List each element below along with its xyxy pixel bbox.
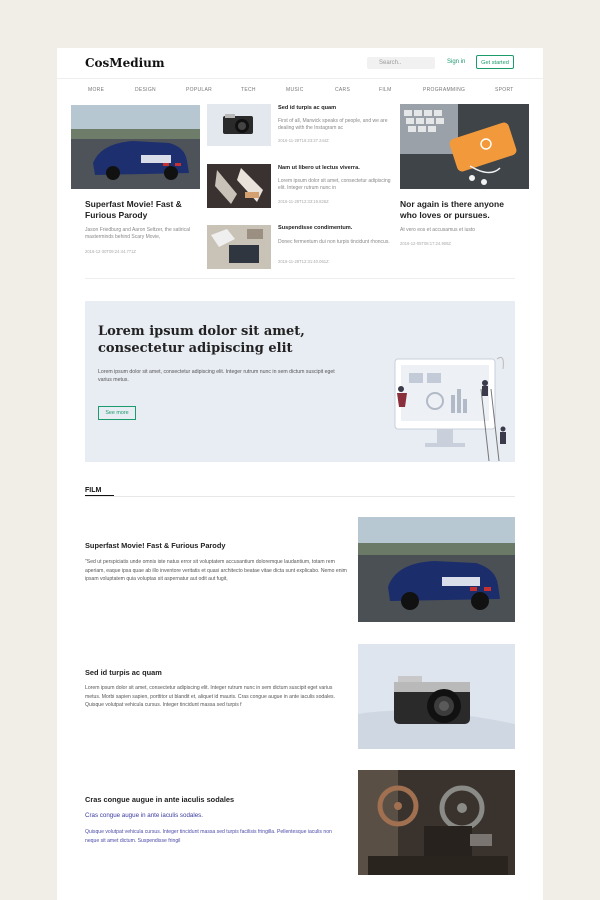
film-post-3-subtitle: Cras congue augue in ante iaculis sodale… (85, 812, 203, 819)
nav-item-more[interactable]: MORE (88, 87, 104, 93)
film-post-3-title[interactable]: Cras congue augue in ante iaculis sodale… (85, 795, 234, 804)
middle-post-2-excerpt: Lorem ipsum dolor sit amet, consectetur … (278, 178, 391, 191)
laptop-image[interactable] (207, 225, 271, 269)
nav-item-film[interactable]: FILM (379, 87, 392, 93)
header-divider (57, 78, 543, 79)
nav-item-sport[interactable]: SPORT (495, 87, 514, 93)
middle-post-1-excerpt: First of all, Marwick speaks of people, … (278, 118, 388, 131)
nav-item-cars[interactable]: CARS (335, 87, 350, 93)
middle-post-3-excerpt: Donec fermentum dui non turpis tincidunt… (278, 239, 390, 245)
sign-in-link[interactable]: Sign in (447, 59, 465, 65)
nav-item-design[interactable]: DESIGN (135, 87, 156, 93)
car-image[interactable] (71, 105, 200, 189)
middle-post-1-title[interactable]: Sed id turpis ac quam (278, 105, 336, 111)
nav-item-music[interactable]: MUSIC (286, 87, 304, 93)
film-post-3-image[interactable] (358, 770, 515, 875)
middle-post-3-title[interactable]: Suspendisse condimentum. (278, 225, 352, 231)
monitor-illustration (394, 356, 506, 462)
featured-right-title[interactable]: Nor again is there anyone who loves or p… (400, 199, 520, 221)
film-post-1-image[interactable] (358, 517, 515, 622)
hero-banner: Lorem ipsum dolor sit amet, consectetur … (85, 301, 515, 462)
film-post-2-image[interactable] (358, 644, 515, 749)
site-header: CosMedium Search.. Sign in Get started (57, 48, 543, 78)
phone-headphones-image[interactable] (400, 104, 529, 189)
middle-post-2-date: 2016-11-28T12:33:19.826Z (278, 199, 329, 204)
featured-right-date: 2016-12-05T08:17:24.906Z (400, 241, 451, 246)
film-post-1-text: "Sed ut perspiciatis unde omnis iste nat… (85, 559, 347, 582)
film-post-3-text: Quisque volutpat vehicula cursus. Intege… (85, 829, 332, 844)
category-nav: MORE DESIGN POPULAR TECH MUSIC CARS FILM… (57, 87, 543, 97)
film-post-2-text: Lorem ipsum dolor sit amet, consectetur … (85, 685, 336, 708)
hero-title: Lorem ipsum dolor sit amet, consectetur … (98, 324, 305, 356)
nav-item-programming[interactable]: PROGRAMMING (423, 87, 465, 93)
middle-post-1-date: 2016-11-28T16:23:37.244Z (278, 138, 329, 143)
page: CosMedium Search.. Sign in Get started M… (57, 48, 543, 900)
middle-post-3-date: 2016-11-28T12:31:40.061Z (278, 259, 329, 264)
featured-left-date: 2016-12-30T09:24:44.771Z (85, 249, 136, 254)
nav-item-tech[interactable]: TECH (241, 87, 256, 93)
section-label-film: FILM (85, 487, 102, 494)
hero-text: Lorem ipsum dolor sit amet, consectetur … (98, 369, 335, 383)
see-more-button[interactable]: See more (98, 406, 136, 420)
nav-item-popular[interactable]: POPULAR (186, 87, 212, 93)
film-post-2-title[interactable]: Sed id turpis ac quam (85, 668, 162, 677)
search-input[interactable]: Search.. (367, 57, 435, 69)
featured-divider (85, 278, 515, 279)
featured-left-excerpt: Jason Friedburg and Aaron Seltzer, the s… (85, 227, 191, 240)
section-divider (85, 496, 515, 497)
get-started-button[interactable]: Get started (476, 55, 514, 69)
featured-left-title[interactable]: Superfast Movie! Fast & Furious Parody (85, 199, 195, 221)
site-logo[interactable]: CosMedium (85, 56, 165, 70)
featured-right-excerpt: At vero eos et accusamus et iusto (400, 227, 476, 233)
guitar-image[interactable] (207, 164, 271, 208)
middle-post-2-title[interactable]: Nam ut libero ut lectus viverra. (278, 165, 360, 171)
film-post-1-title[interactable]: Superfast Movie! Fast & Furious Parody (85, 541, 225, 550)
camera-image[interactable] (207, 104, 271, 146)
